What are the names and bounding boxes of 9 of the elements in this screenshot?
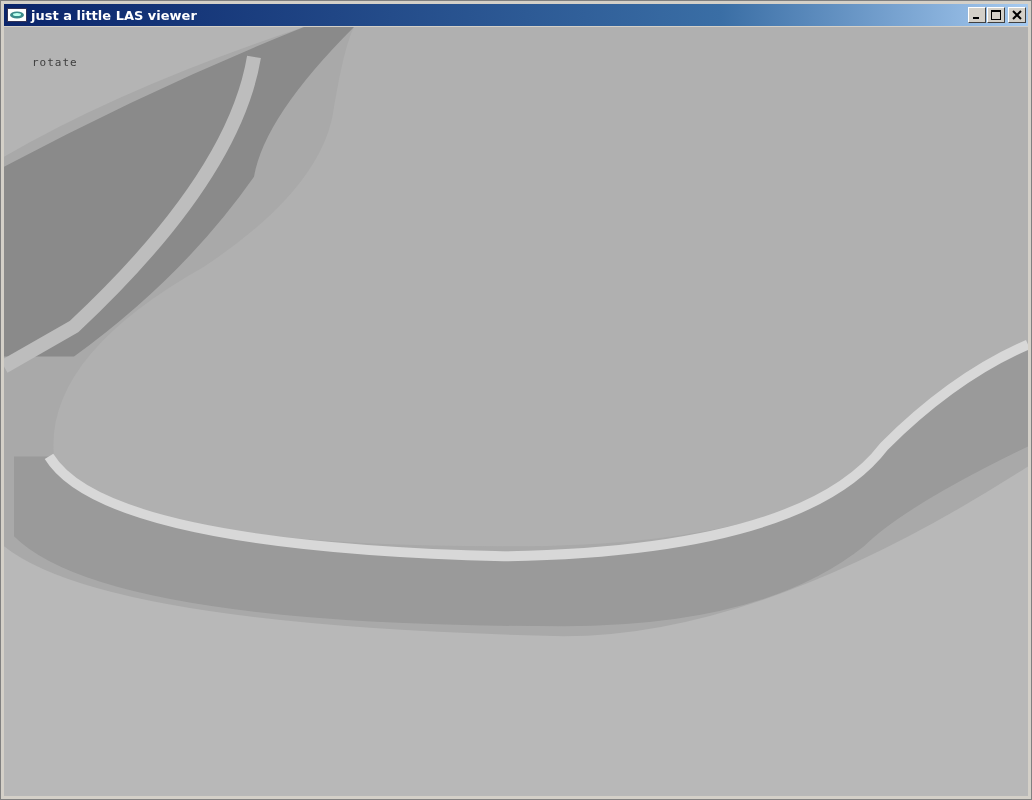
mode-label: rotate [32,56,78,69]
close-icon [1012,10,1022,20]
close-button[interactable] [1008,7,1026,23]
minimize-button[interactable] [968,7,986,23]
maximize-button[interactable] [987,7,1005,23]
minimize-icon [973,17,979,19]
maximize-icon [991,10,1001,20]
window-title: just a little LAS viewer [31,7,198,23]
app-icon [7,8,27,22]
